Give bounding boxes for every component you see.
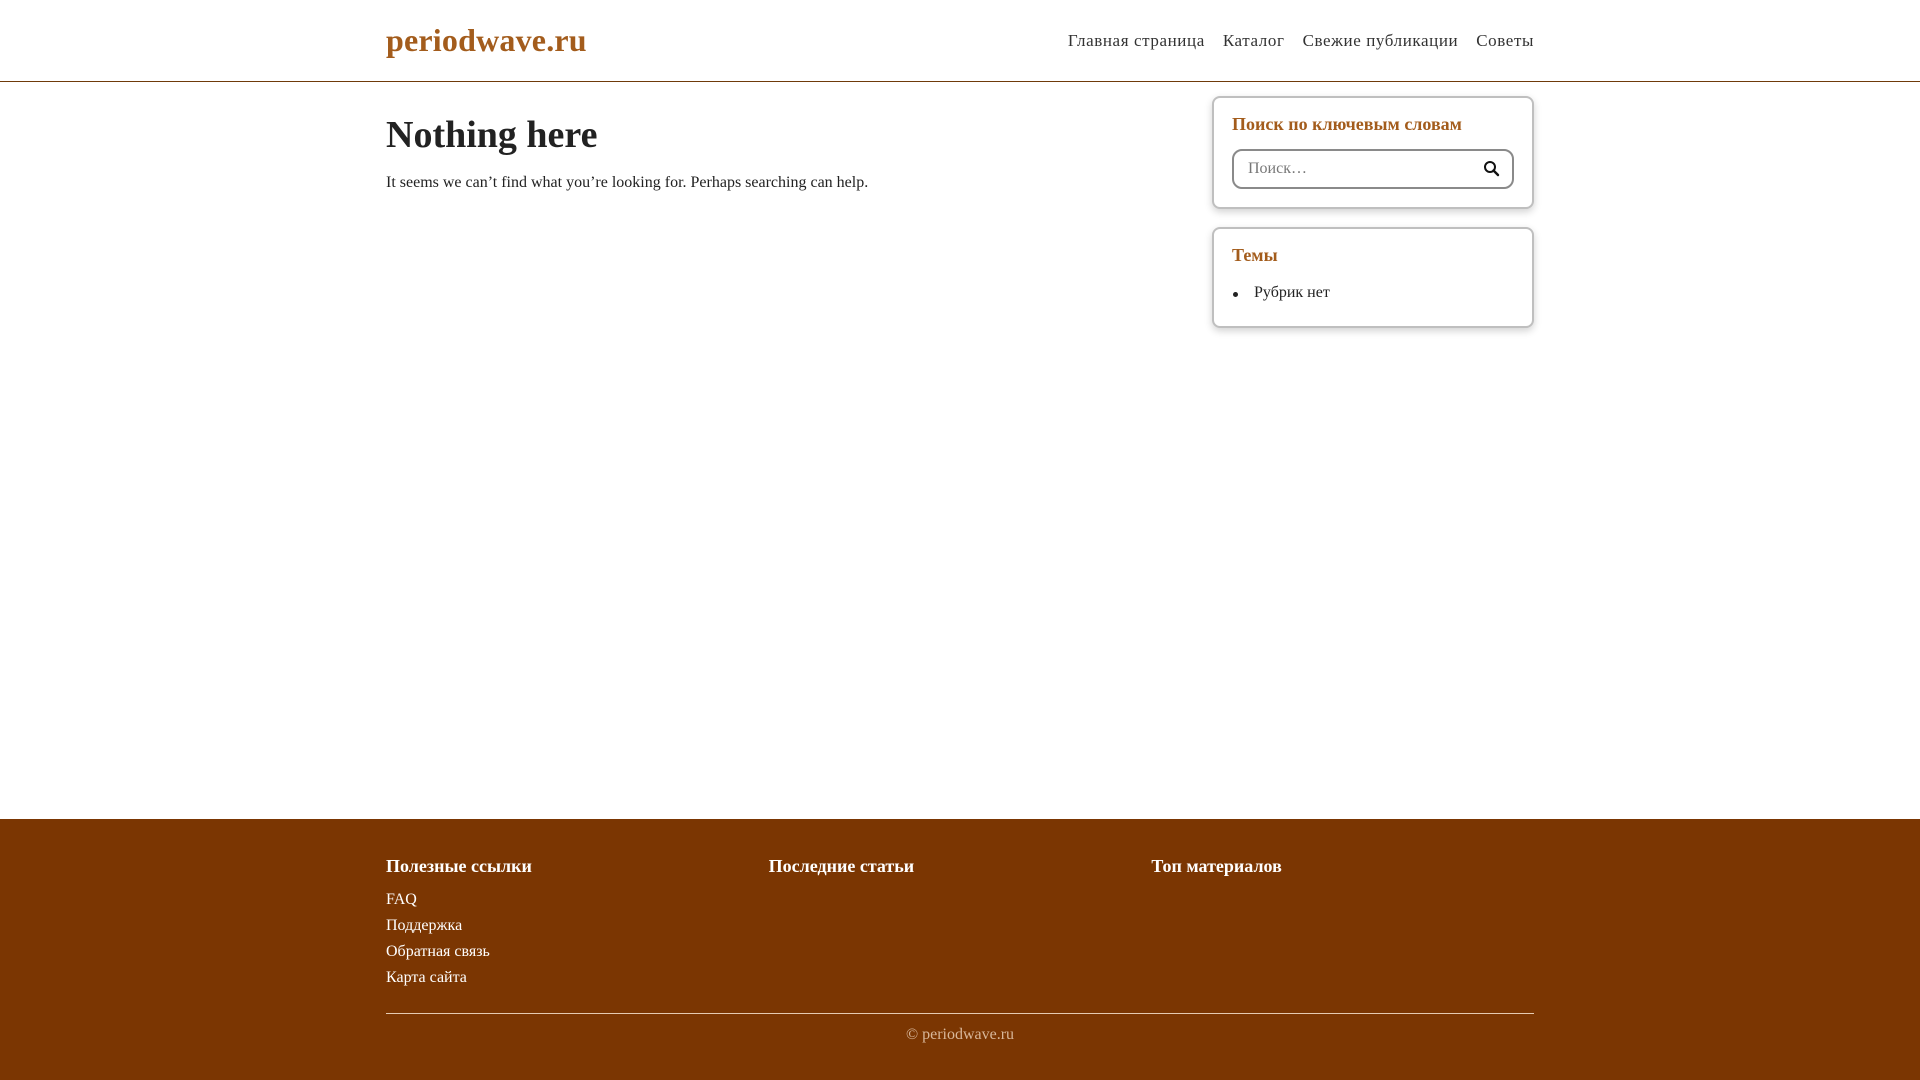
search-button[interactable] — [1482, 159, 1502, 179]
main-nav: Главная страница Каталог Свежие публикац… — [1050, 31, 1534, 51]
footer-columns: Полезные ссылки FAQ Поддержка Обратная с… — [386, 819, 1534, 1013]
footer-link-feedback[interactable]: Обратная связь — [386, 943, 769, 961]
page-title: Nothing here — [386, 114, 598, 156]
not-found-message: It seems we can’t find what you’re looki… — [386, 174, 869, 191]
footer-col-useful-links: Полезные ссылки FAQ Поддержка Обратная с… — [386, 856, 769, 1013]
nav-item-home[interactable]: Главная страница — [1068, 31, 1205, 51]
footer-col-title: Полезные ссылки — [386, 856, 532, 876]
site-header: periodwave.ru Главная страница Каталог С… — [0, 0, 1920, 82]
search-widget: Поиск по ключевым словам — [1212, 96, 1534, 209]
primary-content: Nothing here It seems we can’t find what… — [386, 96, 1166, 819]
search-widget-title: Поиск по ключевым словам — [1232, 114, 1462, 134]
topics-widget: Темы Рубрик нет — [1212, 227, 1534, 328]
footer-col-title: Последние статьи — [768, 856, 915, 876]
content-area: Nothing here It seems we can’t find what… — [386, 82, 1534, 819]
search-icon — [1484, 161, 1500, 177]
nav-item-catalog[interactable]: Каталог — [1223, 31, 1285, 51]
footer-col-title: Топ материалов — [1151, 856, 1282, 876]
footer-link-faq[interactable]: FAQ — [386, 891, 769, 909]
footer-col-latest-articles: Последние статьи — [769, 856, 1152, 1013]
site-footer: Полезные ссылки FAQ Поддержка Обратная с… — [0, 819, 1920, 1080]
sidebar: Поиск по ключевым словам Темы Рубрик нет — [1212, 96, 1534, 819]
site-title-link[interactable]: periodwave.ru — [386, 22, 587, 59]
topics-widget-title: Темы — [1232, 245, 1278, 265]
nav-item-fresh-publications[interactable]: Свежие публикации — [1303, 31, 1459, 51]
search-form — [1232, 149, 1514, 189]
footer-link-sitemap[interactable]: Карта сайта — [386, 969, 769, 987]
topics-list: Рубрик нет — [1232, 280, 1514, 308]
list-item: Рубрик нет — [1232, 284, 1514, 308]
footer-link-support[interactable]: Поддержка — [386, 917, 769, 935]
search-input[interactable] — [1248, 160, 1478, 178]
footer-copyright: © periodwave.ru — [386, 1013, 1534, 1044]
footer-col-top-materials: Топ материалов — [1151, 856, 1534, 1013]
nav-item-tips[interactable]: Советы — [1476, 31, 1534, 51]
